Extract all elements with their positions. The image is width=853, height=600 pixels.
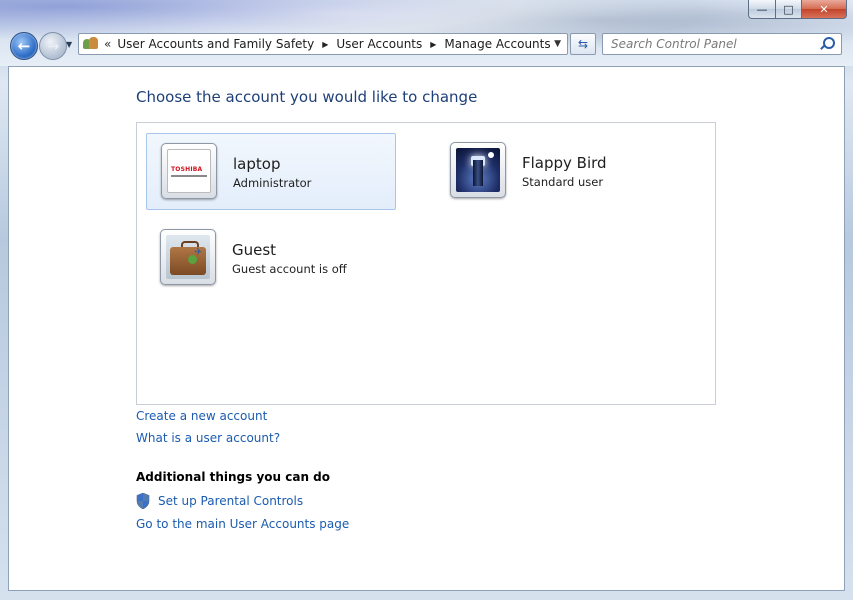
back-arrow-icon: ← [17,37,31,55]
account-role: Guest account is off [232,262,347,276]
account-tile-guest[interactable]: ✈ Guest Guest account is off [146,220,396,297]
parental-controls-link[interactable]: Set up Parental Controls [158,494,303,508]
account-name: Guest [232,241,277,259]
search-input[interactable] [609,36,819,52]
caption-buttons: — □ ✕ [748,0,847,19]
minimize-button[interactable]: — [748,0,776,19]
account-name: laptop [233,155,281,173]
account-role: Standard user [522,175,604,189]
what-is-user-account-link[interactable]: What is a user account? [136,431,280,445]
create-account-link[interactable]: Create a new account [136,409,267,423]
user-accounts-icon [82,36,100,52]
back-button[interactable]: ← [10,32,38,60]
breadcrumb-user-accounts[interactable]: User Accounts [336,37,422,51]
toshiba-logo-icon: TOSHIBA [167,149,211,193]
close-button[interactable]: ✕ [802,0,847,19]
account-picture: ✈ [160,229,216,285]
account-name: Flappy Bird [522,154,607,172]
content-pane: Choose the account you would like to cha… [8,66,845,591]
accounts-panel: TOSHIBA laptop Administrator Flappy Bird… [136,122,716,405]
lighthouse-icon [456,148,500,192]
account-tile-laptop[interactable]: TOSHIBA laptop Administrator [146,133,396,210]
breadcrumb-user-accounts-family-safety[interactable]: User Accounts and Family Safety [117,37,314,51]
toshiba-logo-text: TOSHIBA [171,166,203,173]
account-tile-flappy-bird[interactable]: Flappy Bird Standard user [436,133,686,210]
account-role: Administrator [233,176,312,190]
forward-arrow-icon: → [46,37,60,55]
search-box[interactable] [602,33,842,55]
breadcrumb-separator-icon[interactable]: ▶ [322,40,328,49]
uac-shield-icon [136,493,150,509]
address-dropdown-icon[interactable]: ▼ [554,39,561,49]
maximize-button[interactable]: □ [776,0,802,19]
search-icon[interactable] [819,36,835,52]
window-frame: — □ ✕ ← → ▼ « User Accounts and Family S… [0,0,853,600]
account-picture: TOSHIBA [161,143,217,199]
breadcrumb-separator-icon[interactable]: ▶ [430,40,436,49]
main-user-accounts-link[interactable]: Go to the main User Accounts page [136,517,349,531]
address-bar[interactable]: « User Accounts and Family Safety ▶ User… [78,33,568,55]
refresh-icon: ⇆ [577,37,589,51]
forward-button[interactable]: → [39,32,67,60]
account-picture [450,142,506,198]
refresh-button[interactable]: ⇆ [570,33,596,55]
breadcrumb-manage-accounts[interactable]: Manage Accounts [444,37,550,51]
page-title: Choose the account you would like to cha… [136,88,478,106]
suitcase-icon: ✈ [166,235,210,279]
additional-things-heading: Additional things you can do [136,470,331,484]
recent-pages-button[interactable]: ▼ [66,40,72,49]
address-overflow-icon[interactable]: « [104,37,111,51]
